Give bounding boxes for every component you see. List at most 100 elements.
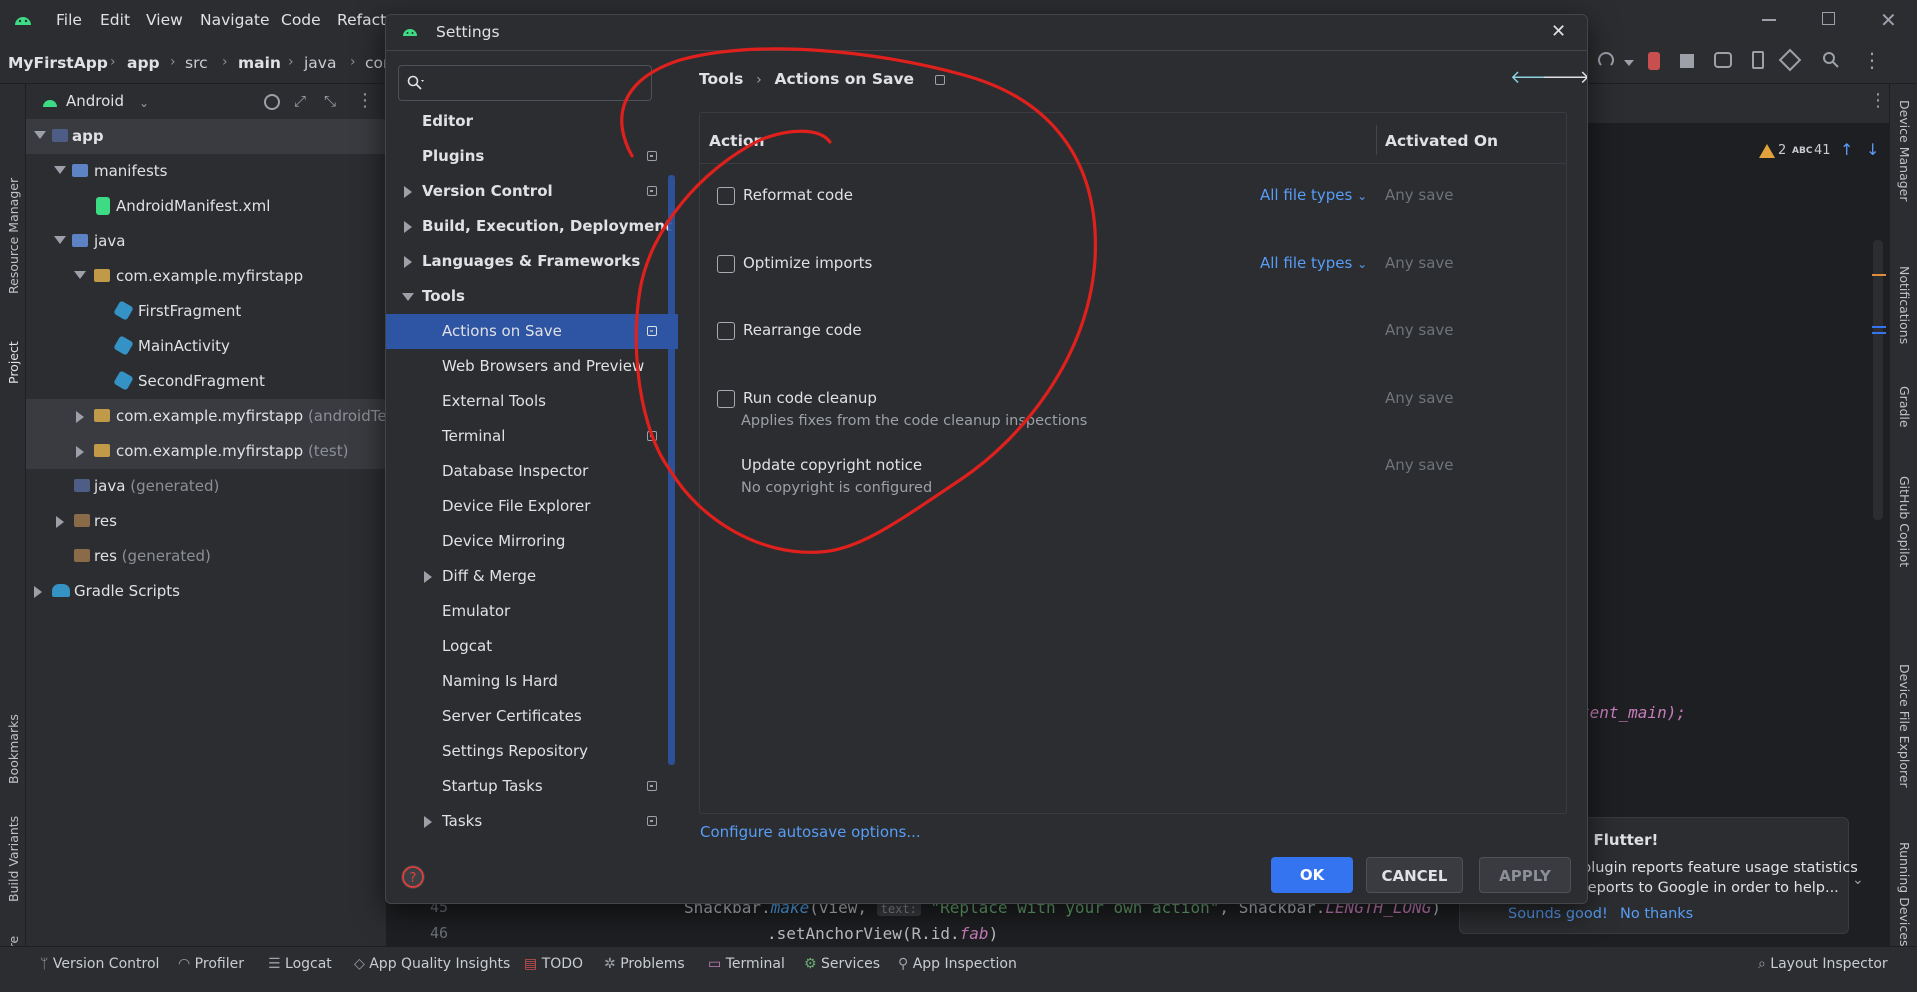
- project-view-selector[interactable]: Android: [66, 92, 124, 110]
- status-profiler[interactable]: ◠ Profiler: [178, 956, 244, 972]
- dropdown-icon[interactable]: [1624, 60, 1634, 66]
- tree-item-java[interactable]: java: [26, 224, 386, 259]
- more-actions-icon[interactable]: ⋮: [1862, 48, 1882, 72]
- stop-icon[interactable]: [1680, 54, 1694, 68]
- tree-item-package[interactable]: com.example.myfirstapp: [26, 259, 386, 294]
- tool-project[interactable]: Project: [6, 341, 21, 384]
- code-line-46[interactable]: .setAnchorView(R.id.fab): [767, 924, 998, 943]
- status-logcat[interactable]: ☰ Logcat: [268, 956, 332, 972]
- expand-all-icon[interactable]: ⤢: [294, 92, 306, 110]
- tree-item-app[interactable]: app: [26, 119, 386, 154]
- nav-item-build-execution-deployment[interactable]: Build, Execution, Deployment: [386, 209, 678, 244]
- column-header-action[interactable]: Action: [709, 132, 765, 150]
- nav-scrollbar[interactable]: [668, 175, 675, 765]
- nav-item-device-mirroring[interactable]: Device Mirroring: [386, 524, 678, 559]
- options-icon[interactable]: ⋮: [356, 90, 374, 111]
- nav-item-server-certificates[interactable]: Server Certificates: [386, 699, 678, 734]
- nav-item-database-inspector[interactable]: Database Inspector: [386, 454, 678, 489]
- breadcrumb-main[interactable]: main: [238, 54, 281, 72]
- status-terminal[interactable]: ▭ Terminal: [708, 956, 785, 972]
- chevron-right-icon[interactable]: [76, 446, 84, 458]
- nav-item-settings-repository[interactable]: Settings Repository: [386, 734, 678, 769]
- nav-item-terminal[interactable]: Terminal: [386, 419, 678, 454]
- cancel-button[interactable]: CANCEL: [1366, 857, 1463, 893]
- tree-item-gradle-scripts[interactable]: Gradle Scripts: [26, 574, 386, 609]
- tool-gradle[interactable]: Gradle: [1897, 386, 1912, 428]
- optimize-imports-file-types[interactable]: All file types ⌄: [1260, 254, 1367, 272]
- chevron-down-icon[interactable]: [402, 293, 414, 301]
- nav-item-editor[interactable]: Editor: [386, 104, 678, 139]
- tool-running-devices[interactable]: Running Devices: [1897, 842, 1912, 946]
- minimize-window-icon[interactable]: [1762, 19, 1776, 21]
- typo-count[interactable]: 41: [1814, 143, 1831, 158]
- locate-file-icon[interactable]: [264, 94, 280, 110]
- nav-item-version-control[interactable]: Version Control: [386, 174, 678, 209]
- rearrange-code-checkbox[interactable]: [717, 322, 735, 340]
- rearrange-code-activated-on[interactable]: Any save: [1385, 321, 1454, 339]
- nav-item-emulator[interactable]: Emulator: [386, 594, 678, 629]
- chevron-down-icon[interactable]: ⌄: [1852, 872, 1864, 888]
- breadcrumb-app[interactable]: app: [127, 54, 160, 72]
- tool-github-copilot[interactable]: GitHub Copilot: [1897, 476, 1912, 567]
- tree-item-res[interactable]: res: [26, 504, 386, 539]
- tree-item-android-manifest[interactable]: AndroidManifest.xml: [26, 189, 386, 224]
- status-version-control[interactable]: ᛘ Version Control: [40, 956, 159, 972]
- breadcrumb-project[interactable]: MyFirstApp: [8, 54, 108, 72]
- nav-item-device-file-explorer[interactable]: Device File Explorer: [386, 489, 678, 524]
- next-highlight-icon[interactable]: ↓: [1866, 140, 1879, 159]
- nav-item-tasks[interactable]: Tasks: [386, 804, 678, 839]
- column-separator[interactable]: [1376, 125, 1377, 155]
- warning-count[interactable]: 2: [1778, 143, 1786, 158]
- tree-item-android-test[interactable]: com.example.myfirstapp (androidTest): [26, 399, 406, 434]
- restore-window-icon[interactable]: [1822, 12, 1835, 25]
- status-layout-inspector[interactable]: ⌕ Layout Inspector: [1758, 956, 1888, 972]
- breadcrumb-parent[interactable]: Tools: [699, 70, 743, 88]
- chevron-right-icon[interactable]: [404, 256, 412, 268]
- tree-item-unit-test[interactable]: com.example.myfirstapp (test): [26, 434, 386, 469]
- search-everywhere-icon[interactable]: [1822, 51, 1840, 69]
- reformat-code-label[interactable]: Reformat code: [743, 186, 853, 204]
- breadcrumb-src[interactable]: src: [185, 54, 208, 72]
- nav-item-diff-merge[interactable]: Diff & Merge: [386, 559, 678, 594]
- nav-item-logcat[interactable]: Logcat: [386, 629, 678, 664]
- chevron-right-icon[interactable]: [404, 186, 412, 198]
- tree-item-main-activity[interactable]: MainActivity: [26, 329, 386, 364]
- nav-item-actions-on-save[interactable]: Actions on Save: [386, 314, 678, 349]
- menu-edit[interactable]: Edit: [100, 11, 130, 29]
- optimize-imports-checkbox[interactable]: [717, 255, 735, 273]
- tool-build-variants[interactable]: Build Variants: [6, 816, 21, 902]
- nav-item-naming-is-hard[interactable]: Naming Is Hard: [386, 664, 678, 699]
- tool-device-manager[interactable]: Device Manager: [1897, 100, 1912, 202]
- chevron-down-icon[interactable]: [54, 236, 66, 244]
- device-manager-icon[interactable]: [1752, 51, 1764, 69]
- chevron-right-icon[interactable]: [424, 571, 432, 583]
- sync-gradle-icon[interactable]: [1714, 52, 1732, 68]
- menu-file[interactable]: File: [56, 11, 82, 29]
- close-icon[interactable]: ✕: [1551, 21, 1566, 42]
- tool-resource-manager[interactable]: Resource Manager: [6, 178, 21, 294]
- more-tabs-icon[interactable]: ⋮: [1869, 90, 1887, 111]
- error-stripe-marker[interactable]: [1872, 332, 1886, 334]
- nav-item-startup-tasks[interactable]: Startup Tasks: [386, 769, 678, 804]
- chevron-down-icon[interactable]: ⌄: [139, 96, 149, 110]
- search-field[interactable]: [431, 70, 641, 96]
- optimize-imports-label[interactable]: Optimize imports: [743, 254, 872, 272]
- tree-item-java-generated[interactable]: java (generated): [26, 469, 386, 504]
- rearrange-code-label[interactable]: Rearrange code: [743, 321, 862, 339]
- status-problems[interactable]: ✲ Problems: [604, 956, 685, 972]
- menu-view[interactable]: View: [146, 11, 183, 29]
- close-window-icon[interactable]: ✕: [1880, 8, 1897, 32]
- status-todo[interactable]: ▤ TODO: [524, 956, 583, 972]
- chevron-down-icon[interactable]: [74, 271, 86, 279]
- notification-decline-link[interactable]: No thanks: [1620, 906, 1693, 922]
- status-app-quality-insights[interactable]: ◇ App Quality Insights: [354, 956, 510, 972]
- status-services[interactable]: ⚙ Services: [804, 956, 880, 972]
- configure-autosave-link[interactable]: Configure autosave options...: [700, 823, 921, 841]
- warning-icon[interactable]: [1758, 143, 1776, 159]
- sdk-manager-icon[interactable]: [1778, 48, 1802, 72]
- run-code-cleanup-activated-on[interactable]: Any save: [1385, 389, 1454, 407]
- run-code-cleanup-label[interactable]: Run code cleanup: [743, 389, 877, 407]
- chevron-right-icon[interactable]: [34, 586, 42, 598]
- profiler-icon[interactable]: [1598, 52, 1614, 68]
- tool-bookmarks[interactable]: Bookmarks: [6, 714, 21, 784]
